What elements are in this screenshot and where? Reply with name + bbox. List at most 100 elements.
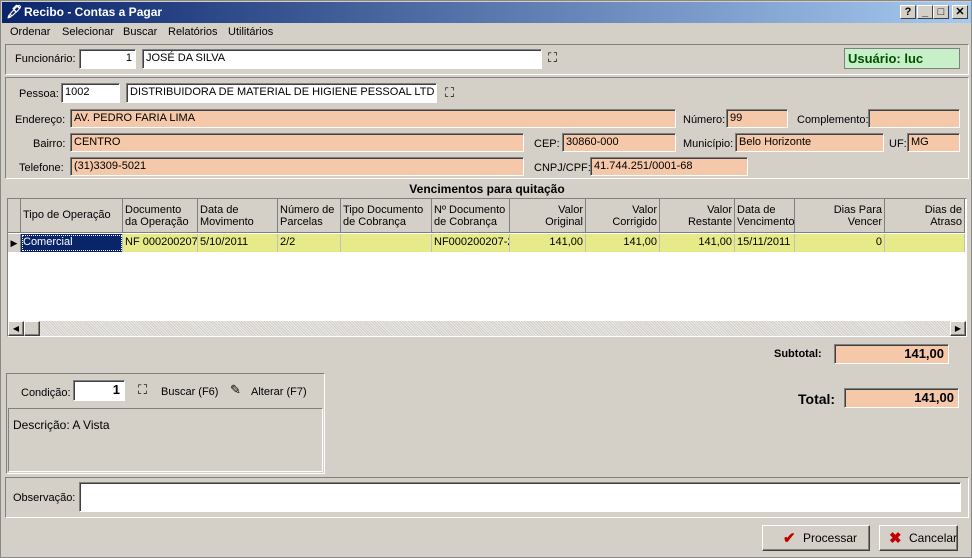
complemento-label: Complemento:	[797, 114, 869, 126]
header-data-vencimento[interactable]: Data de Vencimento	[735, 199, 795, 233]
numero-field: 99	[726, 109, 788, 128]
header-valor-corrigido[interactable]: Valor Corrigido	[586, 199, 660, 233]
processar-button[interactable]: ✔ Processar	[762, 525, 870, 551]
cell-numero-parcelas[interactable]: 2/2	[278, 234, 341, 252]
observacao-input[interactable]	[79, 482, 961, 512]
minimize-button[interactable]: _	[917, 5, 933, 19]
condicao-input[interactable]: 1	[73, 380, 125, 401]
cell-numero-documento-cobranca[interactable]: NF000200207-2	[432, 234, 510, 252]
header-line: Restante	[687, 216, 732, 228]
header-valor-original[interactable]: Valor Original	[510, 199, 586, 233]
cell-dias-para-vencer[interactable]: 0	[795, 234, 885, 252]
horizontal-scrollbar[interactable]: ◀ ▶	[8, 321, 966, 336]
header-numero-documento-cobranca[interactable]: Nº Documento de Cobrança	[432, 199, 510, 233]
menu-utilitarios[interactable]: Utilitários	[228, 26, 273, 38]
title-bar: 🖋 Recibo - Contas a Pagar ? _ □ ✕	[2, 2, 971, 23]
scroll-thumb[interactable]	[24, 321, 40, 336]
menu-ordenar[interactable]: Ordenar	[10, 26, 50, 38]
cell-tipo-operacao[interactable]: Comercial	[21, 234, 123, 252]
header-line: Valor	[558, 204, 583, 216]
header-line: Nº Documento	[434, 204, 506, 216]
usuario-badge: Usuário: luc	[844, 48, 960, 69]
row-indicator: ▶	[8, 234, 21, 252]
pessoa-search-icon[interactable]: ⛶	[445, 85, 454, 101]
header-line: Movimento	[200, 216, 254, 228]
table-row[interactable]: Comercial NF 000200207 5/10/2011 2/2 NF00020…	[21, 234, 965, 252]
header-line: Valor	[707, 204, 732, 216]
app-icon: 🖋	[6, 4, 23, 19]
help-button[interactable]: ?	[900, 5, 916, 19]
alterar-icon[interactable]: ✎	[230, 382, 241, 398]
cell-dias-atraso[interactable]	[885, 234, 965, 252]
close-button[interactable]: ✕	[952, 5, 968, 19]
funcionario-code-input[interactable]: 1	[79, 49, 136, 69]
header-line: da Operação	[125, 216, 189, 228]
header-valor-restante[interactable]: Valor Restante	[660, 199, 735, 233]
subtotal-label: Subtotal:	[774, 348, 822, 360]
main-window: 🖋 Recibo - Contas a Pagar ? _ □ ✕ Ordena…	[0, 0, 972, 558]
header-line: Atraso	[930, 216, 962, 228]
scroll-left-button[interactable]: ◀	[8, 321, 24, 336]
alterar-button[interactable]: Alterar (F7)	[251, 386, 307, 398]
funcionario-name-input[interactable]: JOSÉ DA SILVA	[142, 49, 542, 69]
funcionario-label: Funcionário:	[15, 53, 76, 65]
header-data-movimento[interactable]: Data de Movimento	[198, 199, 278, 233]
menu-buscar[interactable]: Buscar	[123, 26, 157, 38]
header-line: Data de	[200, 204, 239, 216]
header-tipo-documento-cobranca[interactable]: Tipo Documento de Cobrança	[341, 199, 432, 233]
header-dias-para-vencer[interactable]: Dias Para Vencer	[795, 199, 885, 233]
cell-valor-restante[interactable]: 141,00	[660, 234, 735, 252]
uf-field: MG	[907, 133, 960, 152]
cell-data-movimento[interactable]: 5/10/2011	[198, 234, 278, 252]
cnpj-field: 41.744.251/0001-68	[590, 157, 748, 176]
pessoa-label: Pessoa:	[19, 88, 59, 100]
cell-valor-corrigido[interactable]: 141,00	[586, 234, 660, 252]
check-icon: ✔	[783, 530, 796, 547]
header-dias-atraso[interactable]: Dias de Atraso	[885, 199, 965, 233]
condicao-label: Condição:	[21, 387, 71, 399]
binoculars-icon[interactable]: ⛶	[548, 50, 557, 66]
header-line: Corrigido	[612, 216, 657, 228]
total-label: Total:	[798, 391, 836, 407]
bairro-label: Bairro:	[33, 138, 66, 150]
processar-label: Processar	[803, 531, 858, 545]
descricao-text: Descrição: A Vista	[13, 418, 110, 432]
cell-documento-operacao[interactable]: NF 000200207	[123, 234, 198, 252]
menu-selecionar[interactable]: Selecionar	[62, 26, 114, 38]
header-line: Original	[545, 216, 583, 228]
vencimentos-grid: Tipo de Operação Documento da Operação Data…	[7, 198, 967, 337]
header-line: de Cobrança	[343, 216, 406, 228]
endereco-label: Endereço:	[15, 114, 66, 126]
telefone-label: Telefone:	[19, 162, 64, 174]
header-numero-parcelas[interactable]: Número de Parcelas	[278, 199, 341, 233]
endereco-field: AV. PEDRO FARIA LIMA	[70, 109, 676, 128]
header-line: Dias de	[924, 204, 962, 216]
header-line: Dias Para	[833, 204, 882, 216]
header-documento-operacao[interactable]: Documento da Operação	[123, 199, 198, 233]
cell-valor-original[interactable]: 141,00	[510, 234, 586, 252]
header-line: Tipo Documento	[343, 204, 424, 216]
header-line: Vencimento	[737, 216, 795, 228]
grid-title: Vencimentos para quitação	[409, 182, 565, 196]
pessoa-name-input[interactable]: DISTRIBUIDORA DE MATERIAL DE HIGIENE PES…	[126, 83, 437, 103]
header-line: de Cobrança	[434, 216, 497, 228]
buscar-binoculars-icon[interactable]: ⛶	[138, 382, 147, 398]
scroll-right-button[interactable]: ▶	[950, 321, 966, 336]
uf-label: UF:	[889, 138, 907, 150]
cep-field: 30860-000	[562, 133, 676, 152]
numero-label: Número:	[683, 114, 726, 126]
total-field: 141,00	[844, 388, 959, 408]
complemento-field	[868, 109, 960, 128]
subtotal-field: 141,00	[834, 344, 949, 364]
menu-relatorios[interactable]: Relatórios	[168, 26, 218, 38]
cell-data-vencimento[interactable]: 15/11/2011	[735, 234, 795, 252]
pessoa-code-input[interactable]: 1002	[61, 83, 120, 103]
buscar-button[interactable]: Buscar (F6)	[161, 386, 218, 398]
cep-label: CEP:	[534, 138, 560, 150]
maximize-button[interactable]: □	[933, 5, 949, 19]
header-line: Documento	[125, 204, 182, 216]
cell-tipo-documento-cobranca[interactable]	[341, 234, 432, 252]
cancelar-button[interactable]: ✖ Cancelar	[879, 525, 958, 551]
header-tipo-operacao[interactable]: Tipo de Operação	[21, 199, 123, 233]
observacao-label: Observação:	[13, 492, 76, 504]
